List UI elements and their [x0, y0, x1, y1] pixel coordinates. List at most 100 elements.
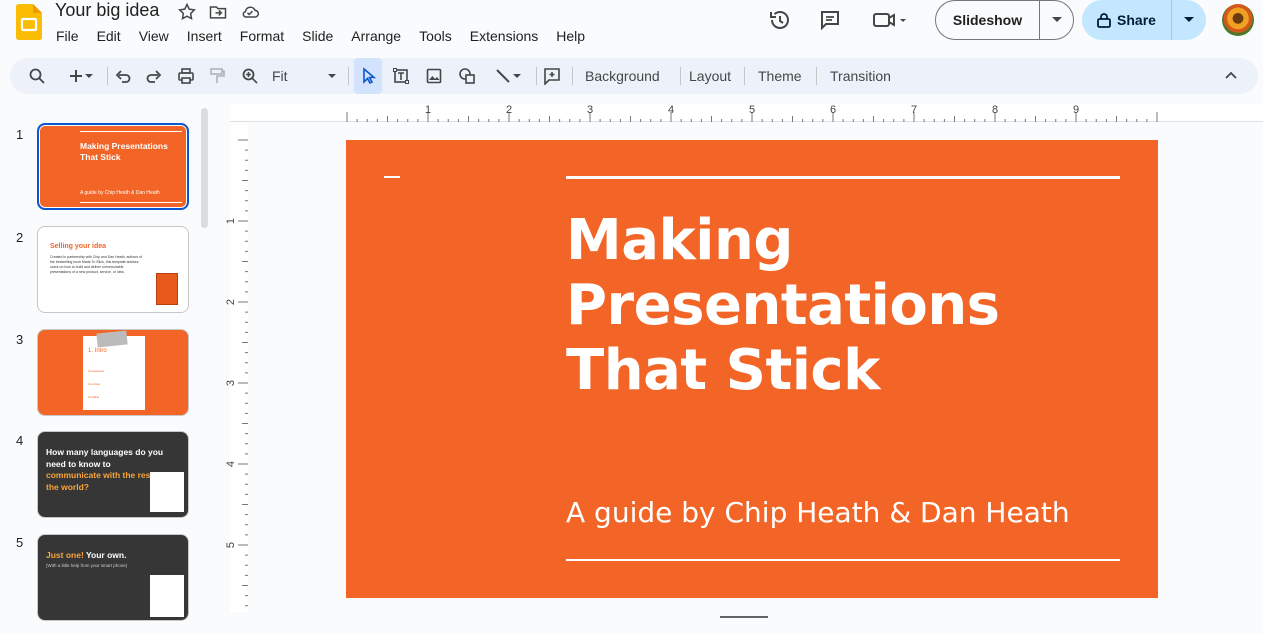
- thumb-title: Making Presentations That Stick: [80, 141, 168, 162]
- slide-thumbnail-3[interactable]: 1. Intro Unexpected Concrete Credible: [37, 329, 189, 416]
- slide-thumbnail-5[interactable]: Just one! Your own. (With a little help …: [37, 534, 189, 621]
- document-title[interactable]: Your big idea: [55, 0, 159, 21]
- text-box-icon: [393, 68, 409, 84]
- horizontal-ruler[interactable]: 1 2 3 4 5 6 7 8 9: [230, 104, 1263, 122]
- thumb-text-orange: communicate with the rest of the world?: [46, 470, 164, 492]
- text-box-button[interactable]: [390, 58, 412, 94]
- slide-thumbnail-4[interactable]: How many languages do you need to know t…: [37, 431, 189, 518]
- menu-arrange[interactable]: Arrange: [342, 27, 410, 45]
- share-main[interactable]: Share: [1082, 0, 1172, 40]
- ruler-number: 8: [992, 104, 999, 116]
- share-dropdown[interactable]: [1172, 17, 1206, 23]
- menu-view[interactable]: View: [130, 27, 178, 45]
- divider: [680, 67, 681, 85]
- shape-button[interactable]: [456, 58, 478, 94]
- vertical-ruler[interactable]: 1 2 3 4 5: [225, 122, 248, 612]
- thumb-title: Selling your idea: [50, 243, 107, 250]
- thumb-rule: [80, 131, 182, 132]
- thumb-card-item: Concrete: [88, 382, 101, 386]
- chevron-up-icon: [1225, 71, 1237, 79]
- chevron-down-icon: [513, 74, 521, 78]
- select-tool-button[interactable]: [354, 58, 382, 94]
- divider: [536, 67, 537, 85]
- slideshow-dropdown[interactable]: [1040, 17, 1073, 23]
- layout-button[interactable]: Layout: [689, 58, 731, 94]
- zoom-icon: [242, 68, 258, 84]
- speaker-notes-handle[interactable]: [720, 616, 768, 618]
- zoom-dropdown[interactable]: [326, 58, 338, 94]
- share-button[interactable]: Share: [1082, 0, 1206, 40]
- menu-tools[interactable]: Tools: [410, 27, 461, 45]
- line-button[interactable]: [488, 58, 528, 94]
- plus-icon: [70, 70, 82, 82]
- divider: [816, 67, 817, 85]
- print-button[interactable]: [175, 58, 197, 94]
- menu-format[interactable]: Format: [231, 27, 293, 45]
- menu-extensions[interactable]: Extensions: [461, 27, 547, 45]
- new-slide-button[interactable]: [60, 58, 100, 94]
- menu-slide[interactable]: Slide: [293, 27, 342, 45]
- user-avatar[interactable]: [1222, 4, 1254, 36]
- cursor-arrow-icon: [363, 67, 377, 85]
- background-button[interactable]: Background: [585, 58, 660, 94]
- version-history-icon[interactable]: [768, 8, 792, 32]
- top-bar: Your big idea File Edit View Insert Form…: [0, 0, 1263, 56]
- redo-button[interactable]: [143, 58, 165, 94]
- slide-thumbnail-1[interactable]: Making Presentations That Stick A guide …: [37, 123, 189, 210]
- ruler-number: 5: [749, 104, 756, 116]
- comments-icon[interactable]: [818, 8, 842, 32]
- share-label: Share: [1117, 12, 1156, 28]
- add-comment-icon: [544, 68, 560, 85]
- slide-title[interactable]: Making Presentations That Stick: [566, 208, 1126, 403]
- ruler-number: 1: [425, 104, 432, 116]
- divider: [744, 67, 745, 85]
- cloud-saved-icon[interactable]: [240, 2, 260, 22]
- thumb-subtitle: A guide by Chip Heath & Dan Heath: [80, 190, 160, 196]
- chevron-down-icon: [85, 74, 93, 78]
- slide-number: 2: [16, 230, 24, 245]
- theme-button[interactable]: Theme: [758, 58, 802, 94]
- add-comment-button[interactable]: [541, 58, 563, 94]
- search-menus-button[interactable]: [26, 58, 48, 94]
- shape-icon: [459, 68, 475, 84]
- ruler-number: 2: [506, 104, 513, 116]
- slideshow-label[interactable]: Slideshow: [936, 1, 1040, 39]
- menu-help[interactable]: Help: [547, 27, 594, 45]
- chevron-down-icon: [1184, 17, 1194, 22]
- menu-edit[interactable]: Edit: [88, 27, 130, 45]
- thumb-body: Created in partnership with Chip and Dan…: [50, 255, 143, 274]
- slides-logo-icon[interactable]: [16, 4, 42, 40]
- book-cover-image: [156, 273, 178, 305]
- ruler-number: 9: [1073, 104, 1080, 116]
- meet-camera-icon[interactable]: [872, 8, 908, 32]
- transition-button[interactable]: Transition: [830, 58, 891, 94]
- thumb-text-white: Your own.: [86, 550, 127, 560]
- thumb-rule: [80, 202, 182, 203]
- ruler-number: 5: [225, 541, 237, 549]
- main-slide[interactable]: Making Presentations That Stick A guide …: [346, 140, 1158, 598]
- paint-format-icon: [210, 68, 225, 83]
- thumb-card-title: 1. Intro: [88, 348, 107, 354]
- thumb-text: Just one! Your own.: [46, 550, 126, 560]
- menu-file[interactable]: File: [47, 27, 88, 45]
- star-icon[interactable]: [177, 2, 197, 22]
- filmstrip-scrollbar[interactable]: [201, 108, 208, 228]
- slide-number: 4: [16, 433, 24, 448]
- slide-thumbnail-2[interactable]: Selling your idea Created in partnership…: [37, 226, 189, 313]
- lock-icon: [1097, 13, 1111, 28]
- zoom-value[interactable]: Fit: [272, 58, 288, 94]
- collapse-toolbar-button[interactable]: [1220, 58, 1242, 94]
- undo-button[interactable]: [112, 58, 134, 94]
- paint-format-button[interactable]: [206, 58, 228, 94]
- move-folder-icon[interactable]: [208, 2, 228, 22]
- menu-insert[interactable]: Insert: [178, 27, 231, 45]
- slideshow-button[interactable]: Slideshow: [935, 0, 1074, 40]
- tape-image: [96, 330, 128, 348]
- divider: [572, 67, 573, 85]
- slide-subtitle[interactable]: A guide by Chip Heath & Dan Heath: [566, 496, 1070, 529]
- zoom-button[interactable]: [239, 58, 261, 94]
- insert-image-button[interactable]: [423, 58, 445, 94]
- thumb-card: 1. Intro Unexpected Concrete Credible: [83, 330, 145, 410]
- line-icon: [496, 69, 510, 83]
- slide-filmstrip: 1 Making Presentations That Stick A guid…: [0, 104, 215, 634]
